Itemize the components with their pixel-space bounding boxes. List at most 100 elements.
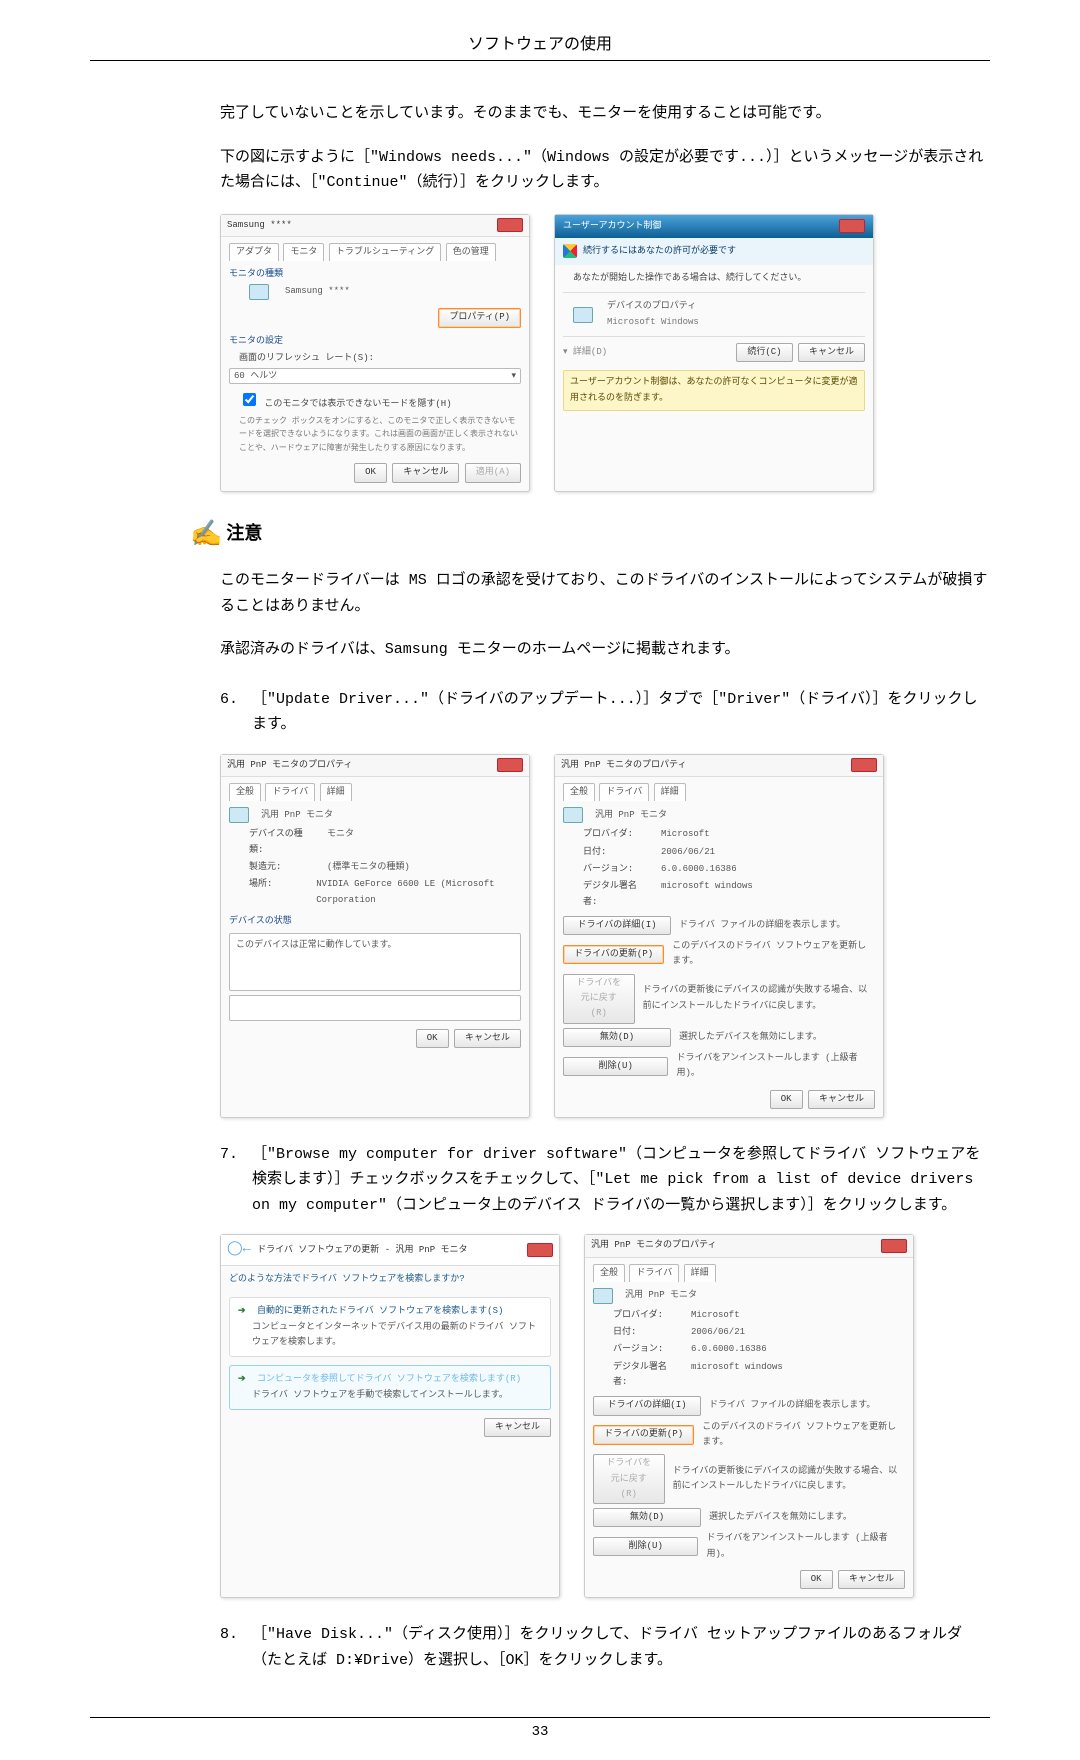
back-icon[interactable]: ◯← bbox=[227, 1241, 251, 1257]
monitor-icon bbox=[563, 807, 583, 823]
ok-button[interactable]: OK bbox=[770, 1090, 803, 1109]
driver-disable-button[interactable]: 無効(D) bbox=[593, 1508, 701, 1527]
driver-detail-button[interactable]: ドライバの詳細(I) bbox=[563, 916, 671, 935]
note-p2: 承認済みのドライバは、Samsung モニターのホームページに掲載されます。 bbox=[220, 637, 990, 663]
close-icon[interactable] bbox=[497, 758, 523, 772]
ok-button[interactable]: OK bbox=[354, 463, 387, 482]
arrow-icon: ➔ bbox=[238, 1306, 246, 1316]
v-type: モニタ bbox=[327, 827, 354, 858]
cancel-button[interactable]: キャンセル bbox=[392, 463, 459, 482]
tab-detail[interactable]: 詳細 bbox=[654, 783, 686, 801]
close-icon[interactable] bbox=[527, 1243, 553, 1257]
app-icon bbox=[573, 307, 593, 323]
k-ver: バージョン: bbox=[583, 862, 651, 877]
arrow-icon: ➔ bbox=[238, 1374, 246, 1384]
device-name: 汎用 PnP モニタ bbox=[595, 808, 667, 823]
driver-rollback-button[interactable]: ドライバを元に戻す(R) bbox=[593, 1454, 665, 1504]
monitor-icon bbox=[249, 284, 269, 300]
opt2-body: ドライバ ソフトウェアを手動で検索してインストールします。 bbox=[252, 1388, 542, 1403]
tab-driver[interactable]: ドライバ bbox=[265, 783, 315, 801]
tab-general[interactable]: 全般 bbox=[593, 1264, 625, 1282]
tab-troubleshoot[interactable]: トラブルシューティング bbox=[329, 243, 441, 261]
apply-button[interactable]: 適用(A) bbox=[465, 463, 521, 482]
wizard-option-browse[interactable]: ➔ コンピュータを参照してドライバ ソフトウェアを検索します(R) ドライバ ソ… bbox=[229, 1365, 551, 1410]
k-prov: プロバイダ: bbox=[583, 827, 651, 842]
tab-driver[interactable]: ドライバ bbox=[629, 1264, 679, 1282]
uac-warning: ユーザーアカウント制御は、あなたの許可なくコンピュータに変更が適用されるのを防ぎ… bbox=[563, 370, 865, 411]
continue-button[interactable]: 続行(C) bbox=[736, 343, 792, 362]
opt1-body: コンピュータとインターネットでデバイス用の最新のドライバ ソフトウェアを検索しま… bbox=[252, 1320, 542, 1351]
tab-adapter[interactable]: アダプタ bbox=[229, 243, 279, 261]
details-toggle[interactable]: 詳細(D) bbox=[573, 347, 607, 357]
opt2-title: コンピュータを参照してドライバ ソフトウェアを検索します(R) bbox=[257, 1374, 521, 1384]
v-ver: 6.0.6000.16386 bbox=[691, 1342, 767, 1357]
k-date: 日付: bbox=[613, 1325, 681, 1340]
dlg-title: 汎用 PnP モニタのプロパティ bbox=[561, 758, 686, 773]
driver-update-text: このデバイスのドライバ ソフトウェアを更新します。 bbox=[672, 939, 875, 970]
close-icon[interactable] bbox=[881, 1239, 907, 1253]
tabs: アダプタ モニタ トラブルシューティング 色の管理 bbox=[229, 243, 521, 261]
device-name: 汎用 PnP モニタ bbox=[625, 1288, 697, 1303]
dlg-title: 汎用 PnP モニタのプロパティ bbox=[591, 1238, 716, 1253]
properties-button[interactable]: プロパティ(P) bbox=[438, 308, 521, 327]
refresh-rate-label: 画面のリフレッシュ レート(S): bbox=[239, 351, 521, 366]
step6-text: ［"Update Driver..."（ドライバのアップデート...）］タブで［… bbox=[252, 687, 990, 738]
cancel-button[interactable]: キャンセル bbox=[808, 1090, 875, 1109]
driver-uninstall-text: ドライバをアンインストールします (上級者用)。 bbox=[676, 1051, 875, 1082]
figure-uac-dialog: ユーザーアカウント制御 続行するにはあなたの許可が必要です あなたが開始した操作… bbox=[554, 214, 874, 492]
step6-num: 6. bbox=[220, 687, 252, 738]
tab-general[interactable]: 全般 bbox=[229, 783, 261, 801]
figure-update-driver-wizard: ◯←ドライバ ソフトウェアの更新 - 汎用 PnP モニタ どのような方法でドラ… bbox=[220, 1234, 560, 1598]
step8-text: ［"Have Disk..."（ディスク使用）］をクリックして、ドライバ セット… bbox=[252, 1622, 990, 1673]
device-state-text: このデバイスは正常に動作しています。 bbox=[236, 940, 397, 950]
close-icon[interactable] bbox=[839, 219, 865, 233]
wizard-title: ドライバ ソフトウェアの更新 - 汎用 PnP モニタ bbox=[257, 1245, 467, 1255]
dlg-title: Samsung **** bbox=[227, 218, 292, 233]
section-state: デバイスの状態 bbox=[229, 914, 521, 929]
k-type: デバイスの種類: bbox=[249, 827, 317, 858]
k-loc: 場所: bbox=[249, 877, 306, 908]
close-icon[interactable] bbox=[497, 218, 523, 232]
ok-button[interactable]: OK bbox=[800, 1570, 833, 1589]
k-sign: デジタル署名者: bbox=[583, 879, 651, 910]
driver-rollback-text: ドライバの更新後にデバイスの認識が失敗する場合、以前にインストールしたドライバに… bbox=[643, 983, 875, 1014]
v-mfr: (標準モニタの種類) bbox=[327, 860, 410, 875]
device-state-box: このデバイスは正常に動作しています。 bbox=[229, 933, 521, 991]
wizard-option-auto[interactable]: ➔ 自動的に更新されたドライバ ソフトウェアを検索します(S) コンピュータとイ… bbox=[229, 1297, 551, 1357]
driver-uninstall-button[interactable]: 削除(U) bbox=[593, 1537, 698, 1556]
tab-driver[interactable]: ドライバ bbox=[599, 783, 649, 801]
cancel-button[interactable]: キャンセル bbox=[454, 1029, 521, 1048]
intro-p2: 下の図に示すように［"Windows needs..."（Windows の設定… bbox=[220, 145, 990, 196]
driver-update-text: このデバイスのドライバ ソフトウェアを更新します。 bbox=[702, 1420, 905, 1451]
driver-uninstall-text: ドライバをアンインストールします (上級者用)。 bbox=[706, 1531, 905, 1562]
driver-update-button[interactable]: ドライバの更新(P) bbox=[563, 945, 664, 964]
tab-detail[interactable]: 詳細 bbox=[320, 783, 352, 801]
tab-color[interactable]: 色の管理 bbox=[446, 243, 496, 261]
refresh-rate-select[interactable]: 60 ヘルツ bbox=[229, 368, 521, 384]
driver-disable-text: 選択したデバイスを無効にします。 bbox=[709, 1510, 852, 1525]
v-sign: microsoft windows bbox=[691, 1360, 783, 1391]
cancel-button[interactable]: キャンセル bbox=[838, 1570, 905, 1589]
uac-app-name: デバイスのプロパティ bbox=[607, 301, 696, 311]
hide-modes-checkbox[interactable] bbox=[243, 393, 256, 406]
v-ver: 6.0.6000.16386 bbox=[661, 862, 737, 877]
ok-button[interactable]: OK bbox=[416, 1029, 449, 1048]
driver-rollback-button[interactable]: ドライバを元に戻す(R) bbox=[563, 974, 635, 1024]
tab-general[interactable]: 全般 bbox=[563, 783, 595, 801]
close-icon[interactable] bbox=[851, 758, 877, 772]
driver-uninstall-button[interactable]: 削除(U) bbox=[563, 1057, 668, 1076]
cancel-button[interactable]: キャンセル bbox=[484, 1418, 551, 1437]
intro-p1: 完了していないことを示しています。そのままでも、モニターを使用することは可能です… bbox=[220, 101, 990, 127]
section-monitor-type: モニタの種類 bbox=[229, 267, 521, 282]
v-prov: Microsoft bbox=[691, 1308, 740, 1323]
driver-disable-button[interactable]: 無効(D) bbox=[563, 1028, 671, 1047]
cancel-button[interactable]: キャンセル bbox=[798, 343, 865, 362]
tab-detail[interactable]: 詳細 bbox=[684, 1264, 716, 1282]
tab-monitor[interactable]: モニタ bbox=[283, 243, 324, 261]
driver-detail-button[interactable]: ドライバの詳細(I) bbox=[593, 1396, 701, 1415]
driver-update-button[interactable]: ドライバの更新(P) bbox=[593, 1425, 694, 1444]
note-icon: ✍ bbox=[190, 522, 222, 548]
step8-num: 8. bbox=[220, 1622, 252, 1673]
k-sign: デジタル署名者: bbox=[613, 1360, 681, 1391]
figure-device-driver-2: 汎用 PnP モニタのプロパティ 全般 ドライバ 詳細 汎用 PnP モニタ プ… bbox=[584, 1234, 914, 1598]
